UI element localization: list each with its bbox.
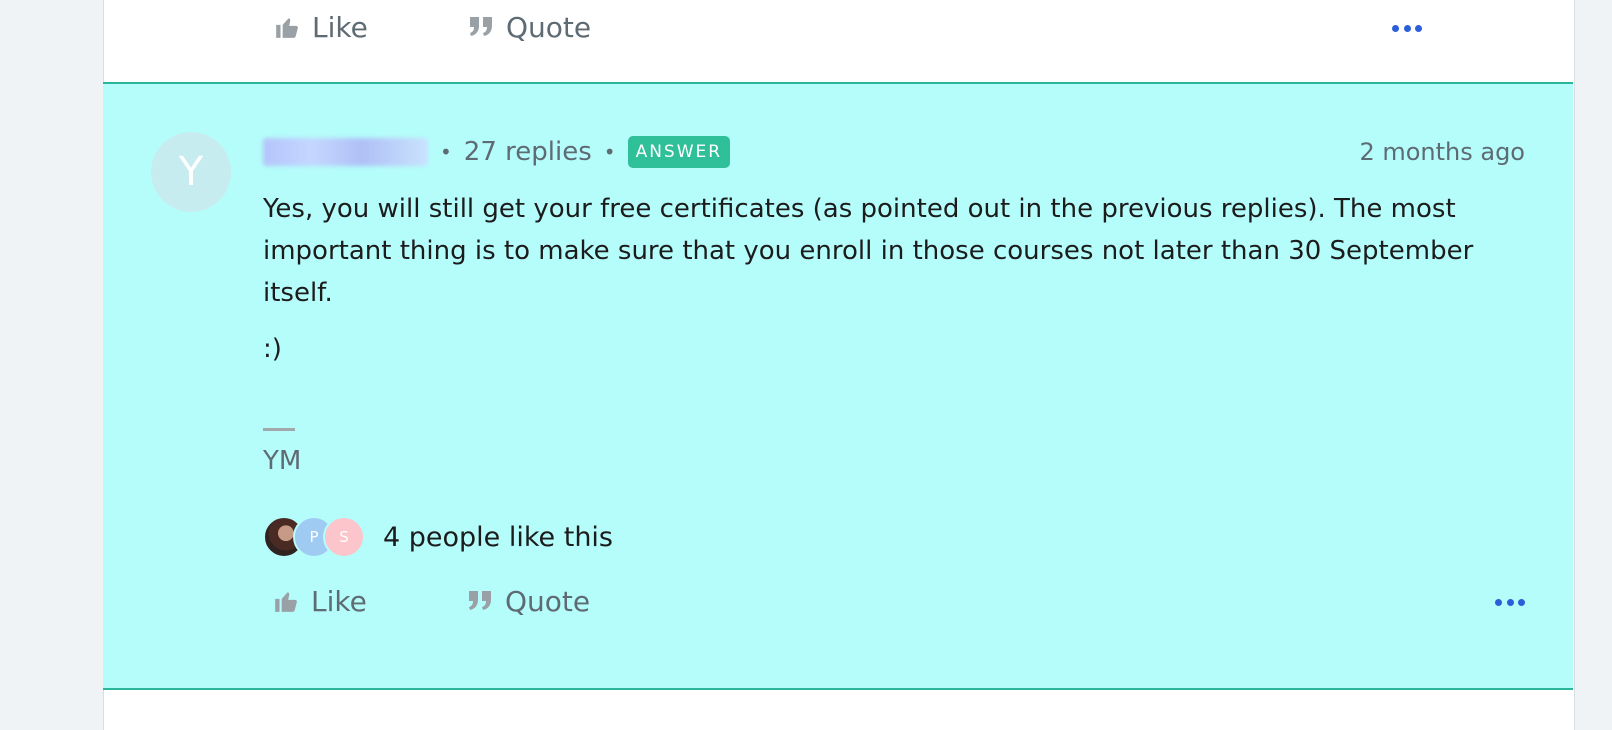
post-body: Yes, you will still get your free certif… [263, 188, 1503, 384]
author-name-redacted[interactable] [263, 138, 428, 166]
thumbs-up-icon [273, 588, 299, 614]
likers-count-text[interactable]: 4 people like this [383, 522, 613, 553]
quote-button[interactable]: Quote [467, 582, 590, 620]
quote-label: Quote [505, 584, 591, 618]
quote-icon [468, 15, 494, 39]
like-button[interactable]: Like [273, 582, 367, 620]
more-options-icon[interactable] [1392, 22, 1422, 34]
quote-label: Quote [506, 10, 592, 44]
post-meta: • 27 replies • ANSWER [263, 132, 731, 172]
quote-icon [467, 589, 493, 613]
reply-count: 27 replies [463, 137, 592, 167]
post-paragraph: Yes, you will still get your free certif… [263, 194, 1474, 308]
post-paragraph: :) [263, 334, 282, 364]
like-label: Like [312, 10, 368, 44]
signature-divider [263, 428, 295, 431]
answer-post: Y • 27 replies • ANSWER 2 months ago Yes… [103, 82, 1573, 690]
previous-post-actions: Like Quote [160, 0, 1422, 84]
more-options-icon[interactable] [1495, 596, 1525, 608]
like-label: Like [311, 584, 367, 618]
likers-summary[interactable]: P S 4 people like this [263, 516, 613, 558]
post-timestamp[interactable]: 2 months ago [1359, 138, 1525, 166]
separator-dot: • [440, 140, 452, 164]
separator-dot: • [603, 140, 616, 164]
thumbs-up-icon [274, 14, 300, 40]
avatar[interactable]: Y [151, 132, 231, 212]
like-button[interactable]: Like [274, 8, 368, 46]
answer-post-actions: Like Quote [103, 580, 1573, 630]
quote-button[interactable]: Quote [468, 8, 591, 46]
signature: YM [263, 446, 302, 476]
answer-badge: ANSWER [627, 136, 731, 168]
liker-avatar[interactable]: S [323, 516, 365, 558]
